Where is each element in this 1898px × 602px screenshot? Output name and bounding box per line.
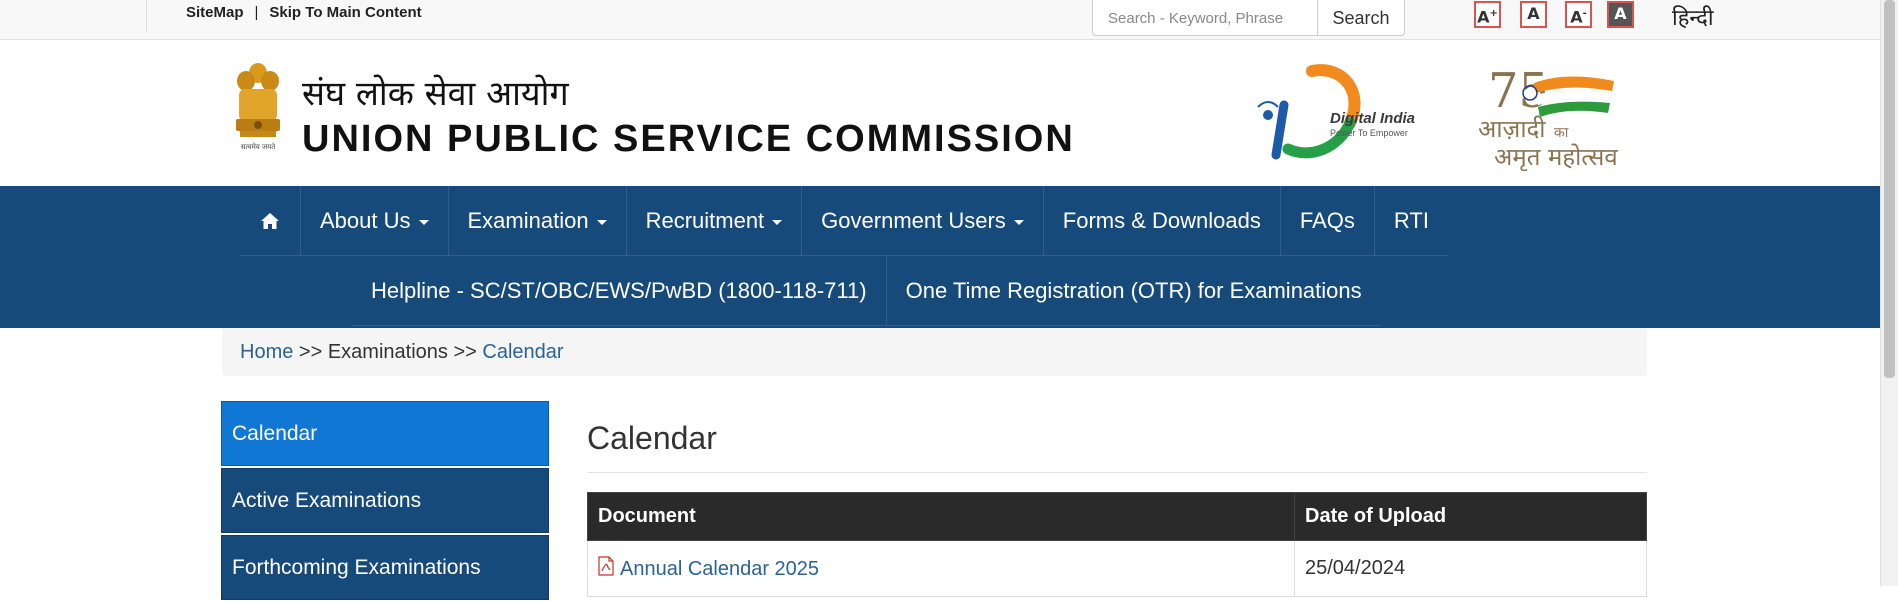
nav-rti-label: RTI: [1393, 208, 1429, 233]
breadcrumb: Home >> Examinations >> Calendar: [222, 328, 1647, 376]
breadcrumb-home-link[interactable]: Home: [240, 341, 293, 363]
documents-table: Document Date of Upload Annual Calendar …: [587, 492, 1647, 597]
divider: [146, 0, 147, 32]
nav-home[interactable]: [240, 186, 301, 256]
document-link[interactable]: Annual Calendar 2025: [620, 558, 819, 580]
high-contrast-button[interactable]: A: [1607, 1, 1634, 28]
nav-row-primary: About Us Examination Recruitment Governm…: [240, 186, 1448, 256]
digital-india-tagline: Power To Empower: [1330, 128, 1408, 138]
site-title-hindi: संघ लोक सेवा आयोग: [302, 74, 569, 114]
scrollbar-thumb[interactable]: [1884, 0, 1895, 378]
hindi-language-link[interactable]: हिन्दी: [1672, 2, 1714, 32]
nav-recruitment-label: Recruitment: [645, 208, 765, 233]
chevron-down-icon: [1013, 220, 1024, 225]
pdf-file-icon: [598, 556, 614, 576]
font-decrease-label: A: [1570, 7, 1583, 27]
breadcrumb-examinations: Examinations: [327, 341, 448, 363]
nav-faqs[interactable]: FAQs: [1281, 186, 1375, 256]
table-header-row: Document Date of Upload: [587, 492, 1647, 541]
page-scrollbar[interactable]: [1880, 0, 1898, 586]
nav-government-users[interactable]: Government Users: [802, 186, 1044, 256]
nav-forms-downloads[interactable]: Forms & Downloads: [1044, 186, 1281, 256]
digital-india-text: Digital India: [1330, 110, 1415, 127]
divider: [587, 472, 1647, 473]
nav-forms-downloads-label: Forms & Downloads: [1062, 208, 1261, 233]
link-separator: |: [254, 4, 259, 21]
main-navigation: About Us Examination Recruitment Governm…: [0, 186, 1880, 328]
chevron-down-icon: [772, 220, 783, 225]
table-row: Annual Calendar 2025 25/04/2024: [587, 540, 1647, 597]
search-input[interactable]: [1092, 0, 1318, 36]
nav-otr[interactable]: One Time Registration (OTR) for Examinat…: [886, 256, 1381, 326]
breadcrumb-current-link[interactable]: Calendar: [482, 341, 563, 363]
nav-otr-label: One Time Registration (OTR) for Examinat…: [905, 277, 1362, 303]
azadi-ka-amrit-mahotsav-logo[interactable]: 75 आज़ादी का अमृत महोत्सव: [1476, 61, 1636, 171]
sidebar-item-calendar[interactable]: Calendar: [221, 401, 549, 466]
font-increase-button[interactable]: A+: [1474, 1, 1501, 28]
sidebar-item-forthcoming-examinations[interactable]: Forthcoming Examinations: [221, 535, 549, 600]
nav-faqs-label: FAQs: [1299, 208, 1355, 233]
sidebar-item-active-examinations[interactable]: Active Examinations: [221, 468, 549, 533]
breadcrumb-separator: >>: [453, 341, 477, 363]
skip-to-main-link[interactable]: Skip To Main Content: [269, 4, 421, 21]
chevron-down-icon: [418, 220, 429, 225]
font-increase-label: A: [1477, 7, 1490, 27]
nav-recruitment[interactable]: Recruitment: [627, 186, 803, 256]
digital-india-logo[interactable]: Digital India Power To Empower: [1254, 63, 1424, 163]
search-button[interactable]: Search: [1317, 0, 1405, 36]
sitemap-link[interactable]: SiteMap: [186, 4, 244, 21]
page-title: Calendar: [587, 420, 717, 456]
nav-government-users-label: Government Users: [821, 208, 1006, 233]
azadi-line2: अमृत महोत्सव: [1494, 143, 1618, 171]
date-cell: 25/04/2024: [1294, 540, 1647, 597]
site-title-english: UNION PUBLIC SERVICE COMMISSION: [302, 118, 1075, 160]
sidebar: Calendar Active Examinations Forthcoming…: [221, 401, 549, 602]
high-contrast-label: A: [1614, 4, 1627, 23]
font-normal-label: A: [1527, 4, 1540, 23]
nav-row-secondary: Helpline - SC/ST/OBC/EWS/PwBD (1800-118-…: [352, 256, 1381, 326]
font-decrease-button[interactable]: A-: [1565, 1, 1592, 28]
azadi-ka: का: [1554, 125, 1569, 141]
top-utility-bar: SiteMap|Skip To Main Content Search A+ A…: [0, 0, 1880, 40]
nav-examination[interactable]: Examination: [449, 186, 627, 256]
site-header: सत्यमेव जयते संघ लोक सेवा आयोग UNION PUB…: [0, 41, 1880, 186]
chevron-down-icon: [596, 220, 607, 225]
nav-rti[interactable]: RTI: [1375, 186, 1448, 256]
column-header-document: Document: [587, 492, 1295, 541]
home-icon: [261, 213, 279, 229]
nav-helpline[interactable]: Helpline - SC/ST/OBC/EWS/PwBD (1800-118-…: [352, 256, 887, 326]
nav-helpline-label: Helpline - SC/ST/OBC/EWS/PwBD (1800-118-…: [371, 277, 867, 303]
top-links: SiteMap | Skip To Main Content: [186, 4, 422, 21]
nav-examination-label: Examination: [467, 208, 589, 233]
font-decrease-sup: -: [1582, 8, 1587, 19]
national-emblem-icon[interactable]: सत्यमेव जयते: [230, 59, 286, 153]
nav-about-us-label: About Us: [320, 208, 411, 233]
document-cell: Annual Calendar 2025: [587, 540, 1295, 597]
breadcrumb-separator: >>: [298, 341, 323, 363]
font-increase-sup: +: [1489, 8, 1498, 19]
column-header-date: Date of Upload: [1294, 492, 1647, 541]
emblem-motto: सत्यमेव जयते: [241, 142, 276, 151]
font-normal-button[interactable]: A: [1520, 1, 1547, 28]
nav-about-us[interactable]: About Us: [301, 186, 449, 256]
azadi-line1: आज़ादी: [1478, 115, 1546, 143]
